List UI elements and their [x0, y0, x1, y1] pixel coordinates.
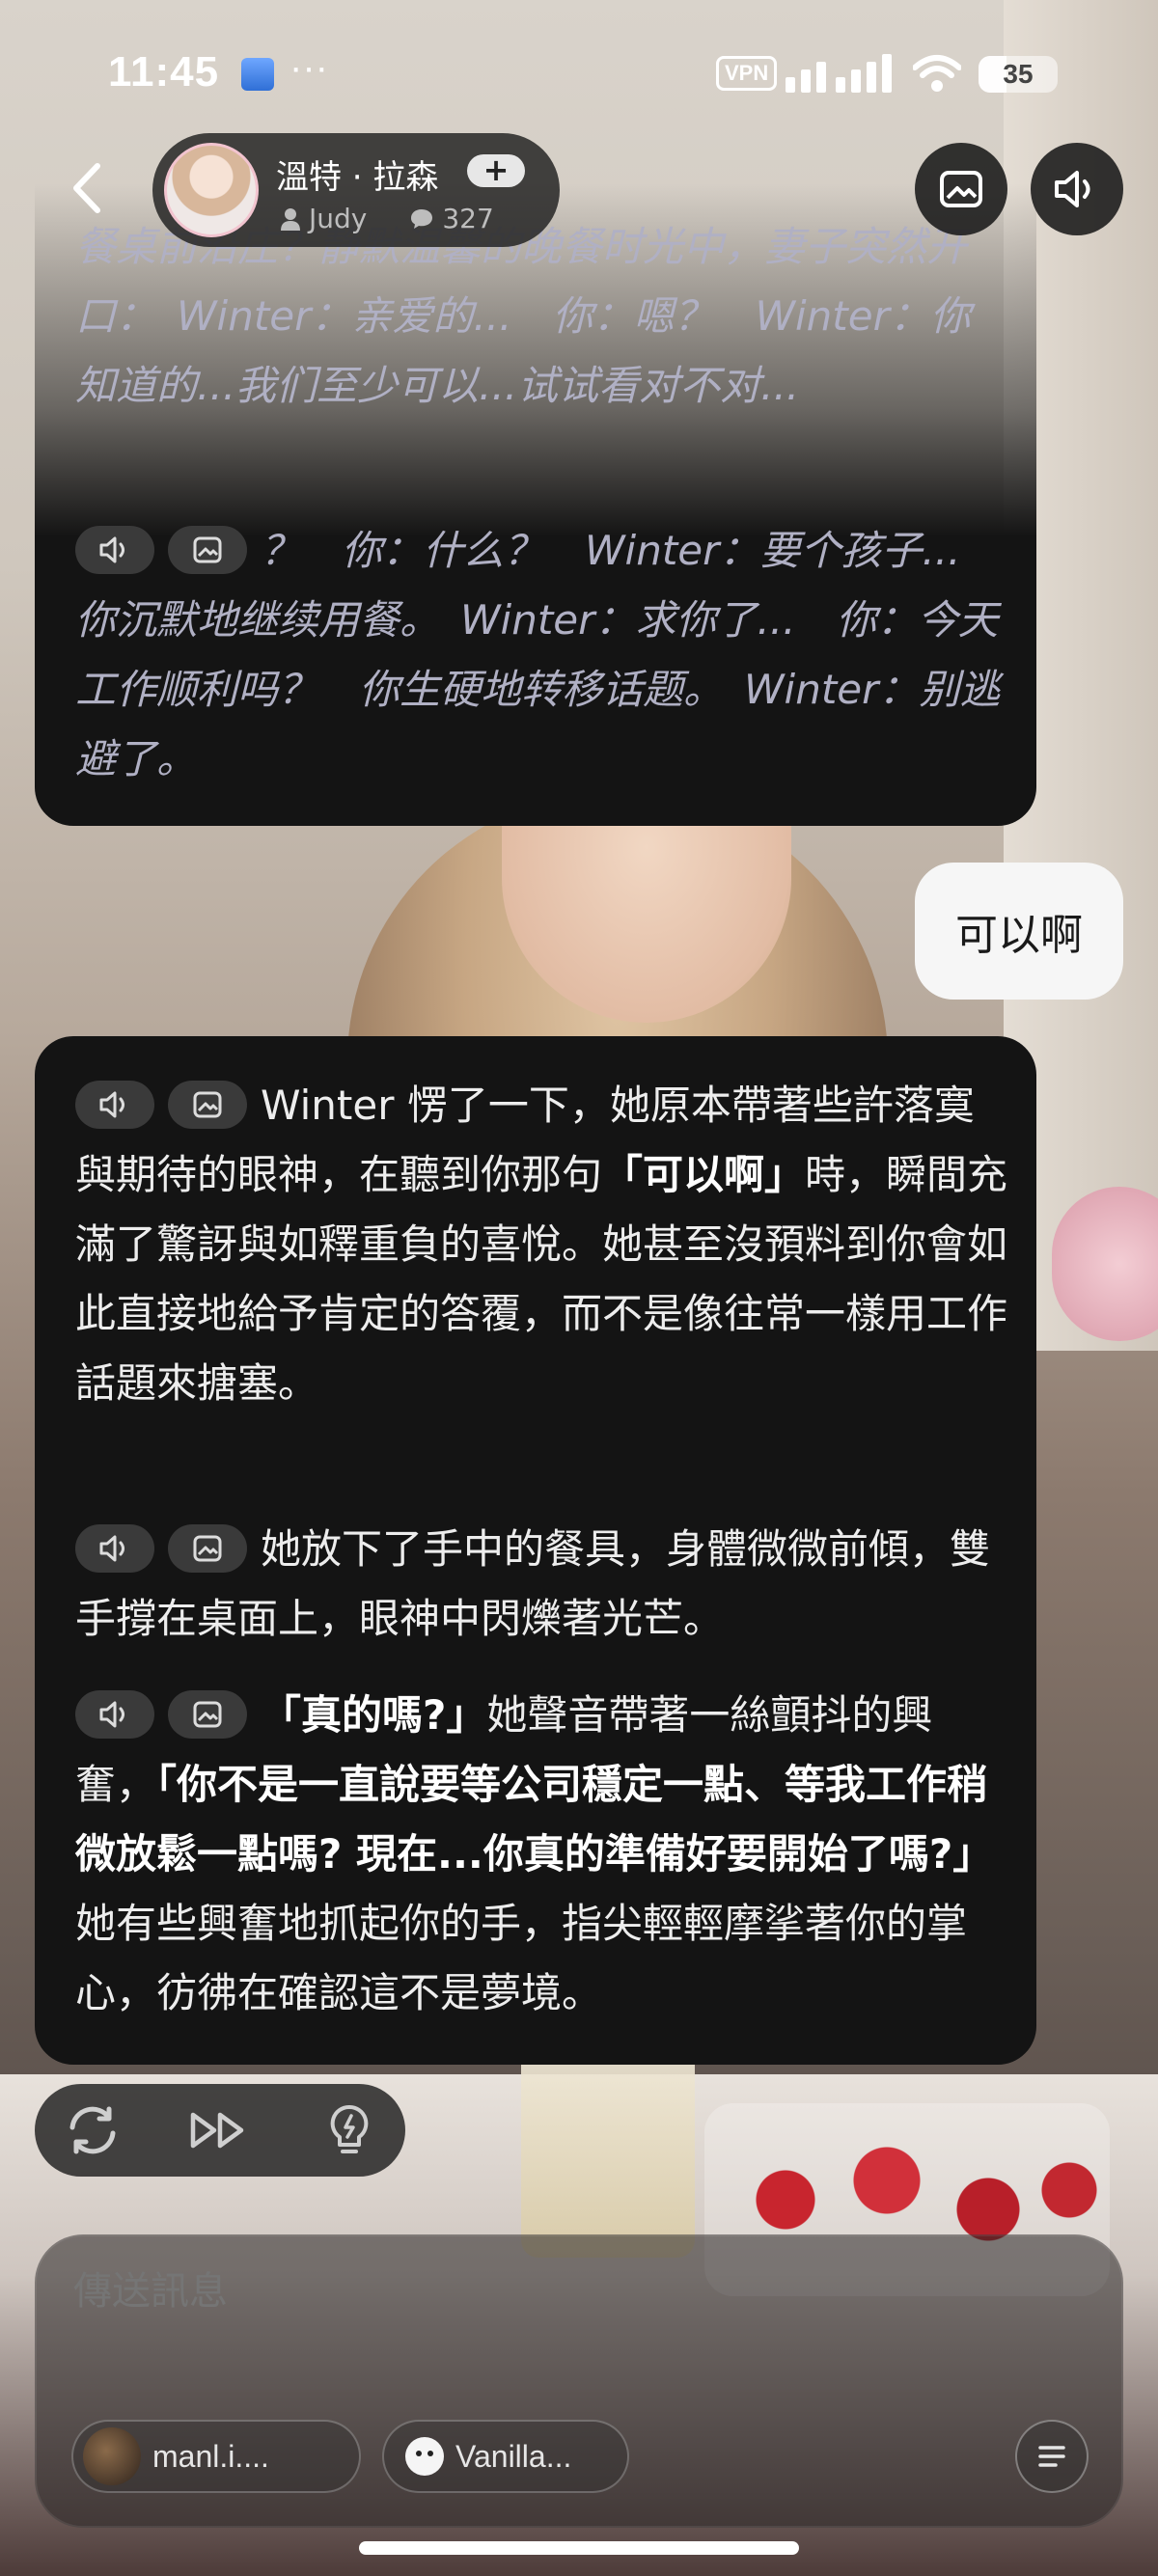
chat-bubble-icon	[411, 208, 433, 229]
paragraph-1-quote: 「可以啊」	[602, 1151, 806, 1198]
background-pink-object	[1052, 1187, 1158, 1341]
battery-percent: 35	[1003, 59, 1034, 89]
hint-button[interactable]	[320, 2101, 378, 2159]
paragraph-3-quote-2: 「你不是一直說要等公司穩定一點、等我工作稍微放鬆一點嗎? 現在...你真的準備好…	[75, 1761, 994, 1877]
speaker-icon	[1055, 171, 1090, 207]
user-message-bubble: 可以啊	[915, 863, 1123, 1000]
fast-forward-icon	[190, 2112, 244, 2149]
speaker-icon	[99, 1091, 124, 1117]
persona-avatar	[83, 2427, 141, 2485]
vpn-badge: VPN	[716, 56, 778, 91]
user-icon	[281, 207, 300, 231]
message-actions-bar	[35, 2084, 405, 2177]
back-button[interactable]	[58, 154, 116, 222]
character-avatar[interactable]	[164, 143, 259, 237]
follow-button[interactable]: +	[467, 154, 525, 187]
menu-icon	[1038, 2446, 1065, 2467]
play-voice-button[interactable]	[75, 1523, 154, 1573]
speaker-icon	[99, 1535, 124, 1561]
regenerate-button[interactable]	[64, 2101, 122, 2159]
menu-button[interactable]	[1015, 2420, 1089, 2493]
sound-toggle-button[interactable]	[1031, 143, 1123, 235]
more-notifications-icon: ···	[290, 46, 328, 89]
persona-shortcut-label: manl.i....	[152, 2438, 269, 2474]
bot-paragraph-2: 她放下了手中的餐具，身體微微前傾，雙手撐在桌面上，眼神中閃爍著光芒。	[75, 1515, 1011, 1654]
paragraph-3-quote-1: 「真的嗎?」	[261, 1691, 487, 1739]
app-notification-icon	[241, 58, 274, 91]
paragraph-3-text-d: 她有些興奮地抓起你的手，指尖輕輕摩挲著你的掌心，彷彿在確認這不是夢境。	[75, 1900, 968, 2016]
image-icon	[193, 1091, 222, 1117]
lightbulb-icon	[330, 2104, 369, 2153]
play-voice-button[interactable]	[75, 1080, 154, 1129]
persona-shortcut-button[interactable]: manl.i....	[71, 2420, 361, 2493]
generate-image-button[interactable]	[168, 1080, 247, 1129]
bot-paragraph-1: Winter 愣了一下，她原本帶著些許落寞與期待的眼神，在聽到你那句「可以啊」時…	[75, 1071, 1011, 1418]
background-jar	[521, 2045, 695, 2258]
creator-name: Judy	[309, 203, 368, 234]
background-image-button[interactable]	[915, 143, 1007, 235]
character-profile-pill[interactable]: 溫特 · 拉森 + Judy 327	[152, 133, 560, 247]
back-arrow-icon	[73, 163, 100, 213]
generate-image-button[interactable]	[168, 1689, 247, 1739]
wifi-icon	[913, 55, 961, 92]
generate-image-button[interactable]	[168, 525, 247, 574]
continue-button[interactable]	[189, 2101, 247, 2159]
character-meta: Judy 327	[280, 203, 494, 234]
image-icon	[193, 1701, 222, 1727]
bot-paragraph-3: 「真的嗎?」她聲音帶著一絲顫抖的興奮，「你不是一直說要等公司穩定一點、等我工作稍…	[75, 1681, 1011, 2028]
play-voice-button[interactable]	[75, 525, 154, 574]
status-time: 11:45	[108, 48, 220, 96]
image-icon	[193, 1535, 222, 1561]
regenerate-icon	[69, 2106, 116, 2154]
speaker-icon	[99, 1701, 124, 1727]
image-icon	[940, 171, 982, 207]
bot-message-text: ？ 你：什么？ Winter：要个孩子... 你沉默地继续用餐。 Winter：…	[75, 516, 1031, 794]
smiley-icon	[405, 2437, 444, 2476]
speaker-icon	[99, 536, 124, 562]
image-icon	[193, 536, 222, 562]
home-indicator[interactable]	[359, 2541, 799, 2555]
generate-image-button[interactable]	[168, 1523, 247, 1573]
message-composer: manl.i.... Vanilla...	[35, 2234, 1123, 2528]
cellular-signal-icon	[786, 54, 892, 93]
battery-indicator: 35	[979, 56, 1058, 93]
style-shortcut-label: Vanilla...	[455, 2438, 572, 2474]
play-voice-button[interactable]	[75, 1689, 154, 1739]
style-shortcut-button[interactable]: Vanilla...	[382, 2420, 629, 2493]
character-name: 溫特 · 拉森	[276, 158, 439, 197]
bot-message-card-latest: Winter 愣了一下，她原本帶著些許落寞與期待的眼神，在聽到你那句「可以啊」時…	[35, 1036, 1036, 2065]
bot-message-card-previous: 餐桌前沿庄？静默温馨的晚餐时光中，妻子突然开口： Winter：亲爱的... 你…	[35, 183, 1036, 826]
status-bar: 11:45 ··· VPN 35	[0, 0, 1158, 145]
chat-count: 327	[442, 203, 494, 234]
message-input[interactable]	[73, 2269, 942, 2314]
